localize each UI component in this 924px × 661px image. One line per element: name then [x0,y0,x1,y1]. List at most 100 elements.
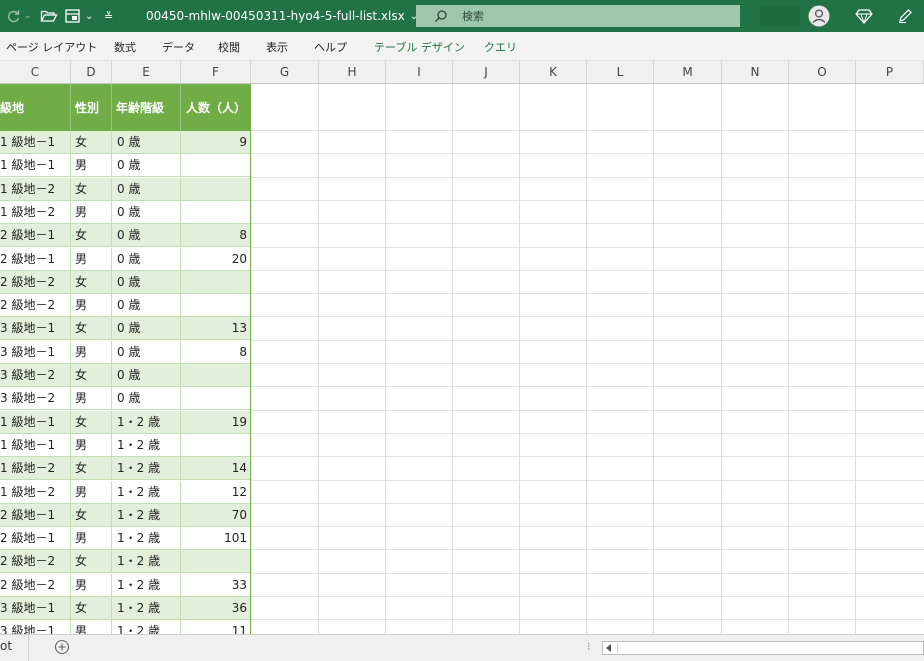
cell-count[interactable]: 11 [183,620,247,634]
cell-age[interactable]: 1・2 歳 [117,597,179,619]
sheet-tab[interactable]: ot [0,639,12,653]
cell-count[interactable]: 33 [183,574,247,596]
cell-count[interactable] [183,178,247,200]
header-sex[interactable]: 性別 [75,99,99,116]
tab-query[interactable]: クエリ [484,39,517,55]
cell-grade[interactable]: 2 級地－1 [0,504,68,526]
diamond-icon[interactable] [855,0,873,32]
cell-sex[interactable]: 女 [75,131,109,153]
cell-age[interactable]: 1・2 歳 [117,620,179,634]
tab-data[interactable]: データ [162,39,195,55]
cell-age[interactable]: 0 歳 [117,387,179,409]
cell-grade[interactable]: 3 級地－1 [0,341,68,363]
cell-count[interactable]: 19 [183,411,247,433]
cell-age[interactable]: 1・2 歳 [117,434,179,456]
header-count[interactable]: 人数（人） [186,99,246,116]
cell-count[interactable]: 13 [183,317,247,339]
cell-age[interactable]: 1・2 歳 [117,527,179,549]
cell-grade[interactable]: 3 級地－1 [0,317,68,339]
cell-grade[interactable]: 2 級地－2 [0,294,68,316]
cell-grade[interactable]: 2 級地－1 [0,224,68,246]
cell-age[interactable]: 1・2 歳 [117,504,179,526]
column-header-o[interactable]: O [789,61,856,83]
cell-grade[interactable]: 3 級地－1 [0,620,68,634]
cell-count[interactable] [183,387,247,409]
cell-count[interactable]: 101 [183,527,247,549]
customize-toolbar-icon[interactable]: ≚ [104,0,113,32]
cell-age[interactable]: 1・2 歳 [117,550,179,572]
document-title[interactable]: 00450-mhlw-00450311-hyo4-5-full-list.xls… [146,0,418,32]
cell-sex[interactable]: 女 [75,317,109,339]
redo-icon[interactable] [6,0,22,32]
cell-sex[interactable]: 男 [75,387,109,409]
split-handle-icon[interactable]: ⁝ [587,640,591,653]
column-header-k[interactable]: K [520,61,587,83]
search-box[interactable]: 検索 [416,5,740,27]
cell-sex[interactable]: 男 [75,248,109,270]
cell-age[interactable]: 1・2 歳 [117,411,179,433]
cell-age[interactable]: 0 歳 [117,178,179,200]
cell-count[interactable] [183,434,247,456]
tab-view[interactable]: 表示 [266,39,288,55]
cell-age[interactable]: 1・2 歳 [117,574,179,596]
horizontal-scrollbar[interactable] [602,641,924,655]
form-dropdown-icon[interactable]: ⌄ [85,0,93,32]
tab-table-design[interactable]: テーブル デザイン [374,39,465,55]
cell-sex[interactable]: 女 [75,457,109,479]
cell-sex[interactable]: 男 [75,201,109,223]
worksheet-grid[interactable]: 級地 性別 年齢階級 人数（人） 1 級地－1 女 0 歳91 級地－1 男 0 歳1 … [0,84,924,634]
cell-age[interactable]: 0 歳 [117,341,179,363]
cell-count[interactable] [183,201,247,223]
cell-count[interactable] [183,271,247,293]
open-folder-icon[interactable] [40,0,58,32]
column-header-e[interactable]: E [112,61,181,83]
cell-grade[interactable]: 3 級地－1 [0,597,68,619]
cell-sex[interactable]: 女 [75,550,109,572]
column-header-f[interactable]: F [181,61,251,83]
cell-age[interactable]: 0 歳 [117,224,179,246]
cell-age[interactable]: 0 歳 [117,201,179,223]
cell-sex[interactable]: 男 [75,434,109,456]
cell-grade[interactable]: 3 級地－2 [0,364,68,386]
column-header-m[interactable]: M [654,61,722,83]
add-sheet-icon[interactable] [54,639,70,655]
cell-grade[interactable]: 2 級地－1 [0,248,68,270]
cell-grade[interactable]: 3 級地－2 [0,387,68,409]
scroll-left-icon[interactable] [606,644,611,652]
cell-grade[interactable]: 1 級地－1 [0,154,68,176]
cell-grade[interactable]: 1 級地－1 [0,131,68,153]
cell-age[interactable]: 1・2 歳 [117,481,179,503]
cell-sex[interactable]: 女 [75,178,109,200]
cell-count[interactable]: 20 [183,248,247,270]
cell-sex[interactable]: 男 [75,294,109,316]
cell-count[interactable]: 9 [183,131,247,153]
cell-count[interactable]: 14 [183,457,247,479]
cell-count[interactable]: 8 [183,341,247,363]
cell-age[interactable]: 0 歳 [117,294,179,316]
cell-age[interactable]: 0 歳 [117,131,179,153]
cell-sex[interactable]: 男 [75,620,109,634]
tab-page-layout[interactable]: ページ レイアウト [6,39,97,55]
cell-sex[interactable]: 女 [75,411,109,433]
cell-sex[interactable]: 男 [75,154,109,176]
cell-sex[interactable]: 男 [75,527,109,549]
cell-grade[interactable]: 2 級地－2 [0,271,68,293]
cell-sex[interactable]: 男 [75,481,109,503]
column-header-i[interactable]: I [386,61,453,83]
cell-count[interactable] [183,294,247,316]
cell-age[interactable]: 0 歳 [117,364,179,386]
tab-help[interactable]: ヘルプ [314,39,347,55]
cell-sex[interactable]: 女 [75,271,109,293]
cell-count[interactable] [183,364,247,386]
column-header-p[interactable]: P [856,61,924,83]
cell-count[interactable]: 12 [183,481,247,503]
column-header-g[interactable]: G [251,61,319,83]
cell-count[interactable] [183,550,247,572]
cell-grade[interactable]: 1 級地－2 [0,178,68,200]
cell-count[interactable]: 8 [183,224,247,246]
column-header-c[interactable]: C [0,61,71,83]
tab-formulas[interactable]: 数式 [114,39,136,55]
cell-grade[interactable]: 1 級地－2 [0,457,68,479]
cell-count[interactable] [183,154,247,176]
cell-grade[interactable]: 1 級地－2 [0,481,68,503]
